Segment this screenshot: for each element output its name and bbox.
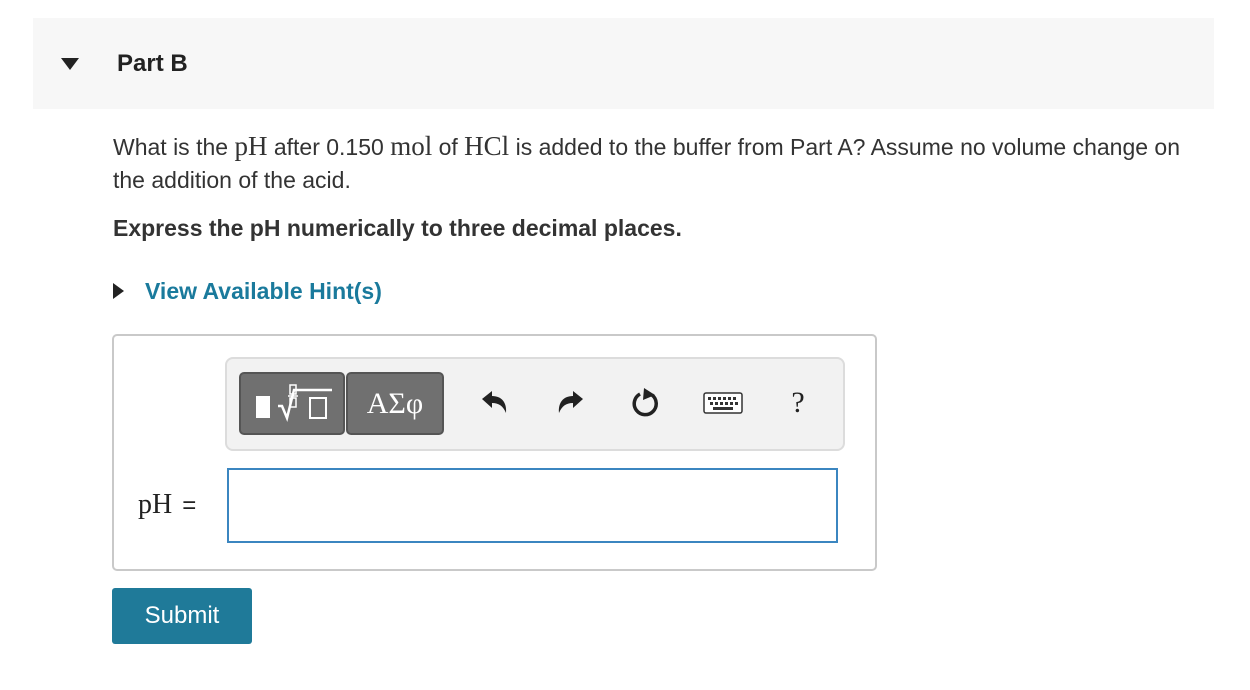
undo-icon — [482, 391, 507, 413]
question-text-2: after 0.150 — [267, 134, 391, 160]
question-text: What is the pH after 0.150 mol of HCl is… — [113, 130, 1213, 197]
math-mol: mol — [390, 131, 433, 161]
answer-input[interactable] — [227, 468, 838, 543]
reset-icon — [632, 388, 658, 417]
templates-button[interactable] — [239, 372, 345, 435]
question-text-1: What is the — [113, 134, 235, 160]
greek-symbols-button[interactable]: ΑΣφ — [346, 372, 444, 435]
reset-button[interactable] — [623, 381, 667, 425]
submit-button[interactable]: Submit — [112, 588, 252, 644]
answer-label: pH = — [138, 488, 196, 521]
view-hints-link[interactable]: View Available Hint(s) — [145, 278, 382, 305]
collapse-caret-icon[interactable] — [61, 58, 79, 70]
undo-button[interactable] — [473, 381, 517, 425]
instruction-text: Express the pH numerically to three deci… — [113, 215, 682, 241]
templates-icon — [256, 383, 332, 422]
part-header[interactable]: Part B — [33, 18, 1214, 109]
question-text-3: of — [432, 134, 465, 160]
redo-button[interactable] — [548, 381, 592, 425]
part-title: Part B — [117, 50, 188, 77]
expand-caret-icon[interactable] — [113, 283, 124, 299]
view-hints-toggle[interactable]: View Available Hint(s) — [113, 276, 382, 306]
math-hcl: HCl — [464, 131, 510, 161]
help-button[interactable]: ? — [776, 381, 820, 425]
keyboard-icon — [703, 392, 743, 414]
answer-label-ph: pH — [138, 489, 173, 520]
math-toolbar: ΑΣφ ? — [225, 357, 845, 451]
math-ph: pH — [234, 131, 268, 161]
answer-equals: = — [182, 492, 197, 519]
redo-icon — [558, 391, 583, 413]
keyboard-button[interactable] — [701, 381, 745, 425]
answer-box: ΑΣφ ? pH = — [112, 334, 877, 571]
